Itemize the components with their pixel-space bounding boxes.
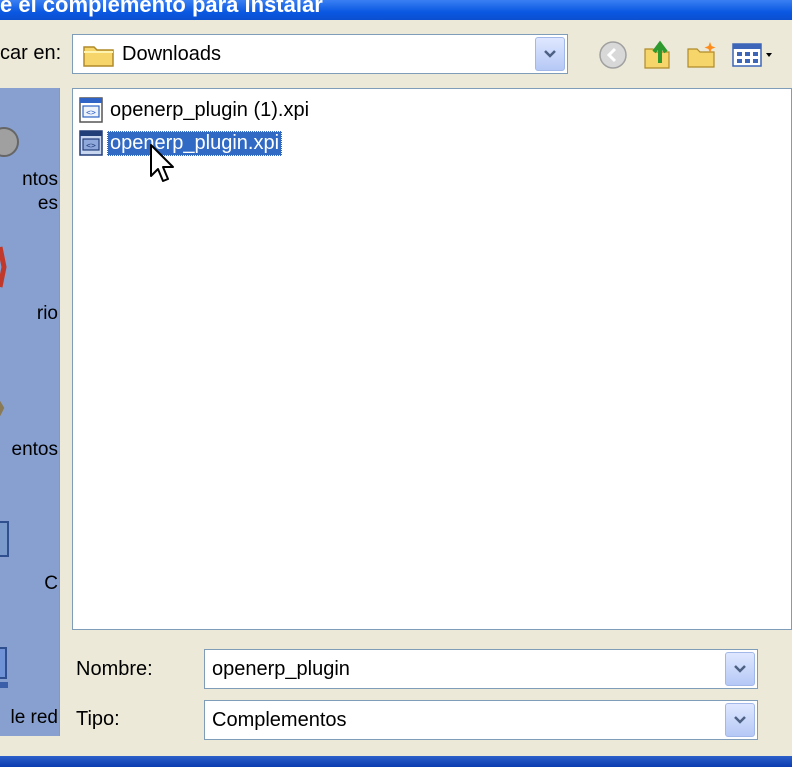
my-computer-icon — [0, 521, 9, 557]
svg-text:<>: <> — [86, 141, 96, 150]
lookin-label: car en: — [0, 42, 62, 64]
lookin-value: Downloads — [122, 43, 221, 65]
desktop-icon — [0, 246, 7, 288]
places-label-network: le red — [10, 707, 58, 728]
file-name: openerp_plugin.xpi — [107, 130, 283, 156]
places-label-desktop: rio — [36, 303, 58, 324]
places-label-my-computer: C — [44, 573, 58, 594]
places-bar: ntos es rio entos C le red — [0, 88, 60, 736]
new-folder-button[interactable] — [685, 38, 719, 72]
view-menu-icon — [732, 43, 772, 67]
places-label-documents: ntos es — [22, 169, 58, 214]
chevron-down-icon — [734, 665, 746, 673]
documents-icon — [0, 127, 19, 157]
places-item-documents[interactable]: ntos es — [0, 88, 59, 218]
new-folder-icon — [687, 42, 716, 68]
filetype-combobox[interactable]: Complementos — [204, 700, 758, 740]
chevron-down-icon — [734, 716, 746, 724]
mouse-cursor-icon — [150, 144, 174, 182]
places-item-desktop[interactable]: rio — [0, 228, 59, 328]
xpi-file-icon: <> — [79, 97, 103, 123]
file-list[interactable]: <> openerp_plugin (1).xpi <> openerp_plu… — [72, 88, 792, 630]
places-item-network[interactable]: le red — [0, 638, 59, 736]
xpi-file-icon: <> — [79, 130, 103, 156]
places-label-my-documents: entos — [11, 439, 58, 460]
window-title: e el complemento para instalar — [0, 0, 323, 17]
folder-icon — [83, 43, 115, 72]
list-item-selected[interactable]: <> openerp_plugin.xpi — [79, 128, 283, 158]
filetype-label: Tipo: — [76, 708, 120, 730]
lookin-combobox[interactable]: Downloads — [72, 34, 568, 74]
filetype-value: Complementos — [212, 709, 347, 731]
back-button[interactable] — [596, 38, 630, 72]
up-folder-icon — [644, 40, 670, 69]
file-name: openerp_plugin (1).xpi — [110, 98, 310, 121]
filetype-dropdown-button[interactable] — [725, 703, 755, 737]
network-places-icon — [0, 647, 8, 688]
filename-dropdown-button[interactable] — [725, 652, 755, 686]
chevron-down-icon — [544, 50, 556, 58]
places-item-my-computer[interactable]: C — [0, 508, 59, 608]
view-menu-button[interactable] — [730, 38, 776, 72]
svg-text:<>: <> — [86, 108, 96, 117]
back-icon — [599, 41, 627, 69]
window-bottom-edge — [0, 756, 792, 767]
title-bar: e el complemento para instalar — [0, 0, 792, 20]
up-folder-button[interactable] — [640, 38, 674, 72]
places-item-my-documents[interactable]: entos — [0, 368, 59, 468]
filename-combobox[interactable]: openerp_plugin — [204, 649, 758, 689]
filename-label: Nombre: — [76, 658, 153, 680]
lookin-dropdown-button[interactable] — [535, 37, 565, 71]
list-item[interactable]: <> openerp_plugin (1).xpi — [79, 95, 312, 125]
filename-input[interactable]: openerp_plugin — [212, 658, 350, 681]
my-documents-icon — [0, 400, 5, 417]
